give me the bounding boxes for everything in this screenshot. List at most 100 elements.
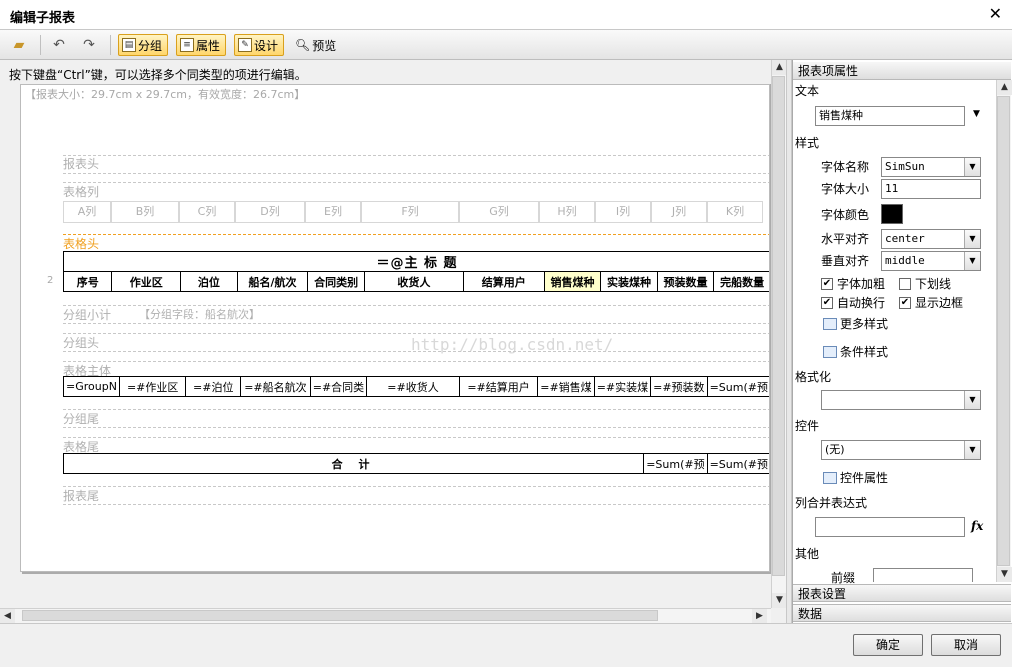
toolbar-separator [110,35,111,55]
font-name-select[interactable]: SimSun ▼ [881,157,981,177]
text-value-field[interactable]: 销售煤种 [815,106,965,126]
scroll-down-icon[interactable]: ▼ [997,567,1012,582]
vertical-scroll-thumb[interactable] [772,76,785,576]
header-cell-selected[interactable]: 销售煤种 [543,271,602,292]
header-cell[interactable]: 泊位 [180,271,238,292]
scroll-up-icon[interactable]: ▲ [772,60,787,75]
prefix-input[interactable] [873,568,973,582]
total-label-cell[interactable]: 合 计 [62,453,645,474]
body-cell[interactable]: =#收货人 [366,376,460,397]
body-cell[interactable]: =#泊位 [185,376,242,397]
band-group-header[interactable]: 分组头 [63,334,99,351]
control-select[interactable]: (无) ▼ [821,440,981,460]
cancel-button[interactable]: 取消 [931,634,1001,656]
font-color-swatch[interactable] [881,204,903,224]
header-cell[interactable]: 完船数量 [713,271,769,292]
open-folder-icon[interactable]: ▰ [10,36,28,54]
band-table-header[interactable]: 表格头 [63,235,99,252]
undo-icon[interactable]: ↶ [50,36,68,54]
horizontal-scroll-thumb[interactable] [22,610,658,621]
bold-checkbox[interactable]: ✔ 字体加粗 [821,275,885,292]
column-header-k[interactable]: K列 [707,201,763,223]
chevron-down-icon[interactable]: ▼ [964,252,980,270]
body-cell[interactable]: =#结算用户 [458,376,539,397]
close-icon[interactable]: ✕ [989,4,1002,23]
chevron-down-icon[interactable]: ▼ [964,391,980,409]
report-size-label: 【报表大小：29.7cm x 29.7cm，有效宽度：26.7cm】 [25,88,306,101]
header-cell[interactable]: 船名/航次 [236,271,309,292]
header-cell[interactable]: 收货人 [363,271,464,292]
column-header-e[interactable]: E列 [305,201,361,223]
header-cell[interactable]: 合同类别 [307,271,365,292]
header-cell[interactable]: 结算用户 [462,271,545,292]
underline-checkbox[interactable]: 下划线 [899,275,951,292]
body-cell[interactable]: =#预装数 [650,376,708,397]
footer-cell[interactable]: =Sum(#预 [643,453,708,474]
header-cell[interactable]: 预装数量 [656,271,715,292]
body-cell[interactable]: =GroupN [63,376,120,397]
text-dropdown-icon[interactable]: ▼ [973,109,980,119]
conditional-style-link[interactable]: 条件样式 [823,343,888,360]
body-cell[interactable]: =#合同类 [309,376,368,397]
halign-select[interactable]: center ▼ [881,229,981,249]
scroll-down-icon[interactable]: ▼ [772,593,787,608]
header-cell[interactable]: 作业区 [111,271,182,292]
chevron-down-icon[interactable]: ▼ [964,441,980,459]
column-header-f[interactable]: F列 [361,201,459,223]
band-divider-active [63,234,769,235]
column-header-h[interactable]: H列 [539,201,595,223]
font-size-input[interactable]: 11 [881,179,981,199]
valign-label: 垂直对齐 [821,254,870,268]
section-other: 其他 [795,547,820,561]
ok-button[interactable]: 确定 [853,634,923,656]
body-cell[interactable]: =#销售煤 [537,376,595,397]
band-group-subtotal[interactable]: 分组小计 [63,306,111,323]
wrap-checkbox[interactable]: ✔ 自动换行 [821,294,885,311]
band-table-columns[interactable]: 表格列 [63,183,99,200]
properties-button[interactable]: ≡ 属性 [176,34,226,56]
valign-select[interactable]: middle ▼ [881,251,981,271]
body-cell[interactable]: =#作业区 [118,376,187,397]
more-style-link[interactable]: 更多样式 [823,315,888,332]
preview-button[interactable]: 🔍︎ 预览 [292,34,339,56]
column-header-b[interactable]: B列 [111,201,179,223]
column-header-g[interactable]: G列 [459,201,539,223]
header-cell[interactable]: 实装煤种 [600,271,658,292]
band-report-header[interactable]: 报表头 [63,155,99,172]
column-header-i[interactable]: I列 [595,201,651,223]
redo-icon[interactable]: ↷ [80,36,98,54]
column-header-c[interactable]: C列 [179,201,235,223]
scroll-left-icon[interactable]: ◀ [0,609,15,624]
report-canvas[interactable]: 【报表大小：29.7cm x 29.7cm，有效宽度：26.7cm】 报表头 表… [20,84,770,572]
column-header-d[interactable]: D列 [235,201,305,223]
header-cell[interactable]: 序号 [62,271,113,292]
main-title-cell[interactable]: ＝@主 标 题 [63,251,769,272]
fx-icon[interactable]: fx [971,519,983,533]
group-button[interactable]: ▤ 分组 [118,34,168,56]
format-select[interactable]: ▼ [821,390,981,410]
band-divider [63,173,769,174]
control-props-link[interactable]: 控件属性 [823,469,888,486]
chevron-down-icon[interactable]: ▼ [964,158,980,176]
body-cell[interactable]: =Sum(#预 [706,376,769,397]
report-settings-header[interactable]: 报表设置 [793,584,1011,602]
design-button[interactable]: ✎ 设计 [234,34,284,56]
footer-cell[interactable]: =Sum(#预 [706,453,769,474]
column-header-j[interactable]: J列 [651,201,707,223]
data-header[interactable]: 数据 [793,604,1011,622]
section-text: 文本 [795,84,820,98]
body-cell[interactable]: =#船名航次 [240,376,311,397]
merge-expression-input[interactable] [815,517,965,537]
panel-header[interactable]: 报表项属性 [793,62,1011,80]
group-field-label: 【分组字段：船名航次】 [139,308,260,321]
panel-scroll-thumb[interactable] [997,96,1010,566]
chevron-down-icon[interactable]: ▼ [964,230,980,248]
scroll-up-icon[interactable]: ▲ [997,80,1012,95]
checkbox-checked-icon: ✔ [821,277,833,290]
border-checkbox[interactable]: ✔ 显示边框 [899,294,963,311]
scroll-right-icon[interactable]: ▶ [752,609,767,624]
column-header-a[interactable]: A列 [63,201,111,223]
band-report-footer[interactable]: 报表尾 [63,487,99,504]
body-cell[interactable]: =#实装煤 [593,376,652,397]
band-group-footer[interactable]: 分组尾 [63,410,99,427]
